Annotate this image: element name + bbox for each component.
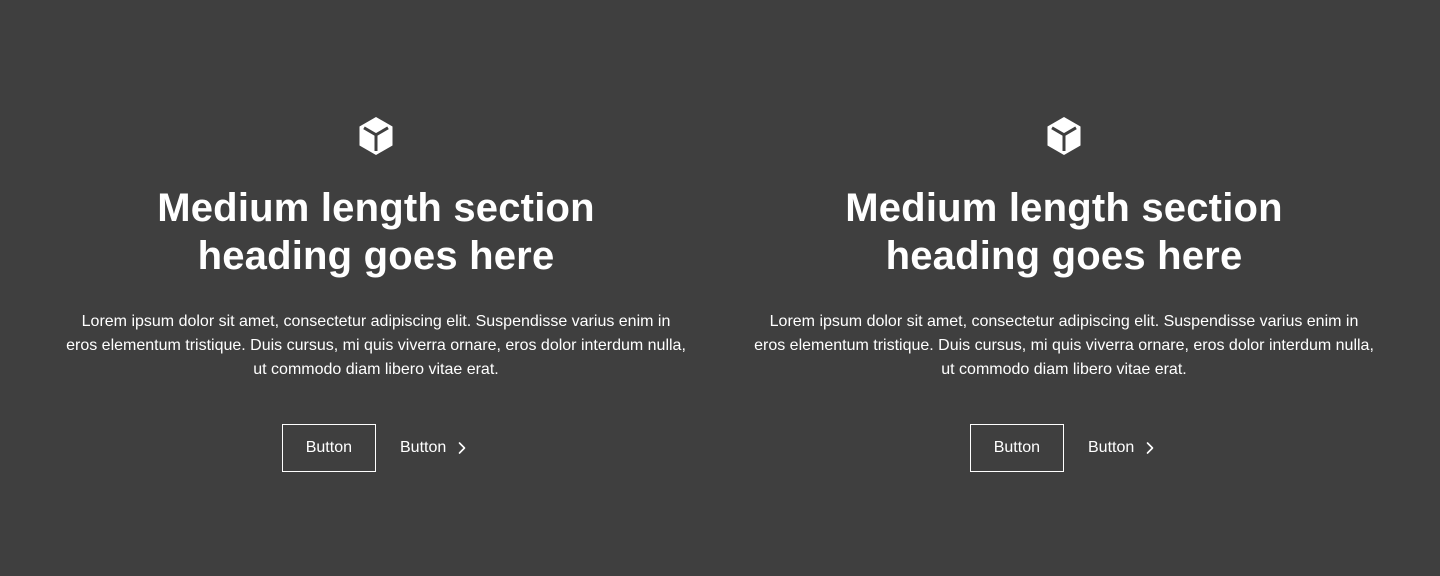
chevron-right-icon [1146,442,1154,454]
cube-icon [359,117,393,155]
secondary-link-button[interactable]: Button [1088,424,1158,472]
button-group: Button Button [969,424,1159,472]
button-group: Button Button [281,424,471,472]
section-heading: Medium length section heading goes here [845,186,1283,278]
primary-button[interactable]: Button [281,424,376,472]
feature-section: Medium length section heading goes here … [0,0,1440,576]
primary-button-label: Button [993,439,1040,456]
primary-button[interactable]: Button [969,424,1064,472]
section-heading: Medium length section heading goes here [157,186,595,278]
secondary-link-button[interactable]: Button [400,424,470,472]
feature-column-2: Medium length section heading goes here … [752,116,1376,472]
section-body-text: Lorem ipsum dolor sit amet, consectetur … [66,313,686,378]
feature-column-1: Medium length section heading goes here … [64,116,688,472]
cube-icon [1047,117,1081,155]
secondary-button-label: Button [1088,439,1135,456]
secondary-button-label: Button [400,439,447,456]
primary-button-label: Button [305,439,352,456]
section-body-text: Lorem ipsum dolor sit amet, consectetur … [754,313,1374,378]
chevron-right-icon [458,442,466,454]
